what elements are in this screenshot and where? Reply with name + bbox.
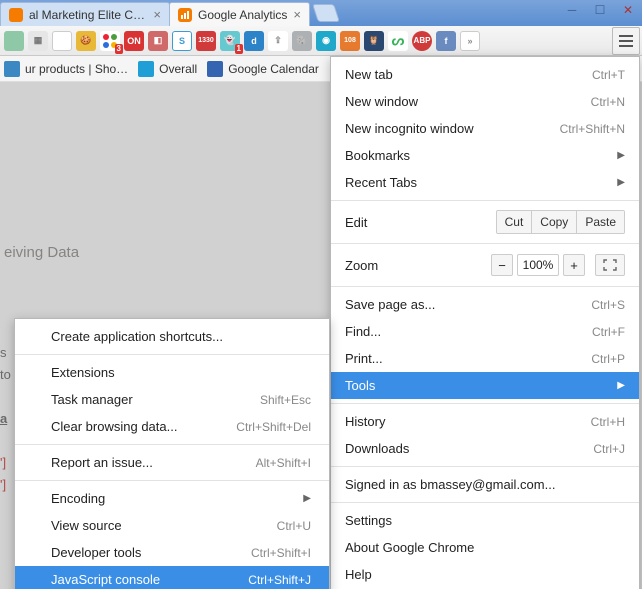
menu-downloads[interactable]: DownloadsCtrl+J — [331, 435, 639, 462]
edit-button-group: Cut Copy Paste — [496, 210, 625, 234]
paste-button[interactable]: Paste — [576, 211, 624, 233]
extension-icon[interactable]: ▦ — [28, 31, 48, 51]
submenu-encoding[interactable]: Encoding▶ — [15, 485, 329, 512]
badge: 1 — [235, 44, 243, 54]
tab-strip: al Marketing Elite Ca… × Google Analytic… — [0, 0, 642, 26]
bookmark-label: Overall — [159, 62, 197, 76]
extension-icon[interactable]: 👻 1 — [220, 31, 240, 51]
window-controls: ─ ☐ ✕ — [558, 0, 642, 20]
bookmark-icon — [138, 61, 154, 77]
zoom-value: 100% — [517, 254, 559, 276]
menu-save-page[interactable]: Save page as...Ctrl+S — [331, 291, 639, 318]
menu-tools[interactable]: Tools▶ — [331, 372, 639, 399]
menu-separator — [331, 243, 639, 244]
zoom-in-button[interactable]: + — [563, 254, 585, 276]
bg-edge-text: sto a'] '] — [0, 342, 11, 496]
submenu-create-shortcuts[interactable]: Create application shortcuts... — [15, 323, 329, 350]
bookmark-item[interactable]: Google Calendar — [207, 61, 319, 77]
extension-icon[interactable]: ◉ — [316, 31, 336, 51]
bookmark-item[interactable]: Overall — [138, 61, 197, 77]
menu-separator — [15, 354, 329, 355]
submenu-report-issue[interactable]: Report an issue...Alt+Shift+I — [15, 449, 329, 476]
extension-icon[interactable]: 108 — [340, 31, 360, 51]
extension-icon[interactable]: 1330 — [196, 31, 216, 51]
menu-bookmarks[interactable]: Bookmarks▶ — [331, 142, 639, 169]
extension-icon[interactable]: 3 — [100, 31, 120, 51]
menu-separator — [331, 466, 639, 467]
extension-icon[interactable]: ON — [124, 31, 144, 51]
main-menu: New tabCtrl+T New windowCtrl+N New incog… — [330, 56, 640, 589]
menu-settings[interactable]: Settings — [331, 507, 639, 534]
bookmark-icon — [4, 61, 20, 77]
minimize-button[interactable]: ─ — [558, 0, 586, 20]
close-icon[interactable]: × — [293, 8, 301, 21]
tab-analytics[interactable]: Google Analytics × — [169, 2, 310, 26]
tab-marketing[interactable]: al Marketing Elite Ca… × — [0, 2, 170, 26]
chevron-right-icon: ▶ — [617, 380, 625, 391]
calendar-icon — [207, 61, 223, 77]
menu-separator — [331, 200, 639, 201]
extension-icon[interactable]: ABP — [412, 31, 432, 51]
menu-recent-tabs[interactable]: Recent Tabs▶ — [331, 169, 639, 196]
extension-icon[interactable] — [4, 31, 24, 51]
menu-help[interactable]: Help — [331, 561, 639, 588]
fullscreen-button[interactable] — [595, 254, 625, 276]
bookmark-item[interactable]: ur products | Sho… — [4, 61, 128, 77]
copy-button[interactable]: Copy — [531, 211, 576, 233]
extension-icon[interactable]: S — [172, 31, 192, 51]
zoom-out-button[interactable]: − — [491, 254, 513, 276]
new-tab-button[interactable] — [312, 4, 340, 22]
extension-icon[interactable]: ᔕ — [388, 31, 408, 51]
menu-separator — [15, 480, 329, 481]
extension-icon[interactable]: ⇪ — [268, 31, 288, 51]
extension-icon[interactable]: » — [460, 31, 480, 51]
menu-print[interactable]: Print...Ctrl+P — [331, 345, 639, 372]
bookmark-label: ur products | Sho… — [25, 62, 128, 76]
chevron-right-icon: ▶ — [617, 177, 625, 188]
tab-title: al Marketing Elite Ca… — [29, 8, 147, 22]
menu-zoom-row: Zoom − 100% + — [331, 248, 639, 282]
tab-title: Google Analytics — [198, 8, 287, 22]
favicon-icon — [178, 8, 192, 22]
submenu-developer-tools[interactable]: Developer toolsCtrl+Shift+I — [15, 539, 329, 566]
close-window-button[interactable]: ✕ — [614, 0, 642, 20]
maximize-button[interactable]: ☐ — [586, 0, 614, 20]
menu-new-tab[interactable]: New tabCtrl+T — [331, 61, 639, 88]
close-icon[interactable]: × — [153, 8, 161, 21]
extension-icon[interactable]: d — [244, 31, 264, 51]
menu-find[interactable]: Find...Ctrl+F — [331, 318, 639, 345]
favicon-icon — [9, 8, 23, 22]
menu-new-window[interactable]: New windowCtrl+N — [331, 88, 639, 115]
submenu-javascript-console[interactable]: JavaScript consoleCtrl+Shift+J — [15, 566, 329, 589]
submenu-extensions[interactable]: Extensions — [15, 359, 329, 386]
submenu-view-source[interactable]: View sourceCtrl+U — [15, 512, 329, 539]
chevron-right-icon: ▶ — [303, 493, 311, 504]
extension-icon[interactable]: ◧ — [148, 31, 168, 51]
menu-edit-row: Edit Cut Copy Paste — [331, 205, 639, 239]
chevron-right-icon: ▶ — [617, 150, 625, 161]
hamburger-menu-button[interactable] — [612, 27, 640, 55]
extension-icon[interactable] — [52, 31, 72, 51]
extension-icon[interactable]: 🍪 — [76, 31, 96, 51]
bg-receiving-text: eiving Data — [4, 244, 79, 261]
extension-icon[interactable]: 🦉 — [364, 31, 384, 51]
menu-about[interactable]: About Google Chrome — [331, 534, 639, 561]
cut-button[interactable]: Cut — [497, 211, 532, 233]
menu-signed-in[interactable]: Signed in as bmassey@gmail.com... — [331, 471, 639, 498]
tools-submenu: Create application shortcuts... Extensio… — [14, 318, 330, 589]
submenu-task-manager[interactable]: Task managerShift+Esc — [15, 386, 329, 413]
bookmark-label: Google Calendar — [228, 62, 319, 76]
badge: 3 — [115, 44, 123, 54]
menu-separator — [331, 403, 639, 404]
menu-history[interactable]: HistoryCtrl+H — [331, 408, 639, 435]
menu-separator — [331, 502, 639, 503]
extension-icon[interactable]: 🐘 — [292, 31, 312, 51]
menu-separator — [15, 444, 329, 445]
menu-new-incognito[interactable]: New incognito windowCtrl+Shift+N — [331, 115, 639, 142]
submenu-clear-browsing[interactable]: Clear browsing data...Ctrl+Shift+Del — [15, 413, 329, 440]
menu-separator — [331, 286, 639, 287]
toolbar: ▦ 🍪 3 ON ◧ S 1330 👻 1 d ⇪ 🐘 ◉ 108 🦉 ᔕ AB… — [0, 26, 642, 56]
extension-icon[interactable]: f — [436, 31, 456, 51]
